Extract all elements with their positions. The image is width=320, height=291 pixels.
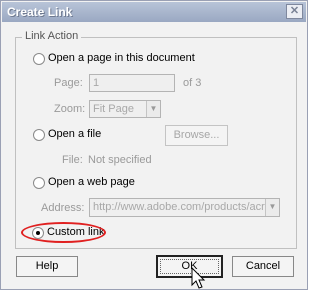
address-field[interactable]: http://www.adobe.com/products/acrobat — [89, 198, 280, 217]
page-count-text: of 3 — [183, 77, 202, 89]
title-bar[interactable]: Create Link ✕ — [2, 2, 306, 22]
page-number-field[interactable]: 1 — [89, 74, 175, 92]
chevron-down-icon[interactable]: ▼ — [265, 199, 279, 216]
open-page-label[interactable]: Open a page in this document — [48, 52, 195, 64]
radio-open-page[interactable] — [33, 53, 45, 65]
group-legend: Link Action — [22, 30, 82, 42]
ok-button[interactable]: OK — [156, 255, 223, 278]
help-button[interactable]: Help — [16, 256, 78, 277]
close-icon[interactable]: ✕ — [286, 4, 303, 19]
radio-open-web-page[interactable] — [33, 177, 45, 189]
address-label: Address: — [41, 202, 85, 214]
open-web-page-label[interactable]: Open a web page — [48, 176, 135, 188]
chevron-down-icon[interactable]: ▼ — [146, 101, 160, 117]
mouse-pointer-icon — [191, 267, 206, 289]
link-action-group — [15, 37, 297, 249]
zoom-label: Zoom: — [54, 103, 86, 115]
file-label: File: — [62, 154, 83, 166]
zoom-select-value: Fit Page — [93, 103, 134, 115]
create-link-dialog: Create Link ✕ Link Action Open a page in… — [0, 0, 308, 290]
page-label: Page: — [54, 77, 83, 89]
radio-open-file[interactable] — [33, 129, 45, 141]
browse-button[interactable]: Browse... — [165, 125, 228, 146]
cancel-button[interactable]: Cancel — [232, 256, 294, 277]
open-file-label[interactable]: Open a file — [48, 128, 101, 140]
file-value: Not specified — [88, 154, 152, 166]
dialog-title: Create Link — [7, 5, 73, 19]
highlight-ellipse — [21, 222, 106, 243]
address-value: http://www.adobe.com/products/acrobat — [93, 201, 280, 213]
